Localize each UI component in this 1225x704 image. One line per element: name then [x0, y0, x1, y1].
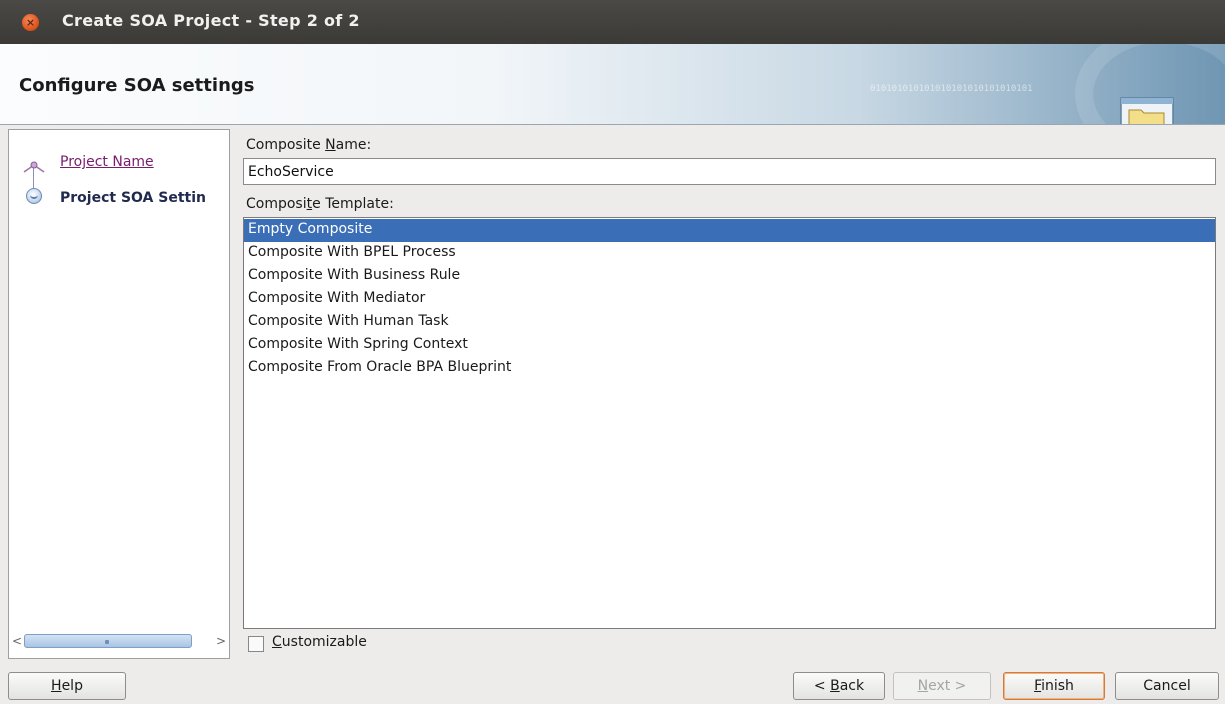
customizable-checkbox[interactable] — [248, 636, 264, 652]
scroll-right-arrow-icon[interactable]: > — [214, 633, 228, 649]
template-option-bpa-blueprint[interactable]: Composite From Oracle BPA Blueprint — [244, 357, 1215, 380]
template-option-bpel-process[interactable]: Composite With BPEL Process — [244, 242, 1215, 265]
wizard-steps-panel: Project Name Project SOA Settin — [8, 129, 230, 659]
nav-item-project-name[interactable]: Project Name — [9, 150, 229, 176]
title-bar: × Create SOA Project - Step 2 of 2 — [0, 0, 1225, 44]
nav-item-project-soa-settings[interactable]: Project SOA Settin — [9, 186, 229, 212]
nav-horizontal-scrollbar[interactable]: < > — [8, 631, 230, 651]
composite-template-list[interactable]: Empty Composite Composite With BPEL Proc… — [243, 217, 1216, 629]
wizard-header: 010101010101010101010101010101 Configure… — [0, 44, 1225, 125]
cancel-button[interactable]: Cancel — [1115, 672, 1219, 700]
composite-name-input[interactable] — [243, 158, 1216, 185]
customizable-label[interactable]: Customizable — [272, 634, 367, 650]
template-option-mediator[interactable]: Composite With Mediator — [244, 288, 1215, 311]
nav-item-label[interactable]: Project Name — [60, 154, 154, 170]
folder-window-icon — [1120, 97, 1174, 124]
template-option-business-rule[interactable]: Composite With Business Rule — [244, 265, 1215, 288]
close-window-button[interactable]: × — [22, 14, 39, 31]
scrollbar-thumb[interactable] — [24, 634, 192, 648]
template-option-spring-context[interactable]: Composite With Spring Context — [244, 334, 1215, 357]
composite-template-label: Composite Template: — [246, 196, 394, 212]
header-binary-decoration: 010101010101010101010101010101 — [870, 84, 1033, 94]
composite-name-label: Composite Name: — [246, 137, 372, 153]
help-button[interactable]: Help — [8, 672, 126, 700]
finish-button[interactable]: Finish — [1003, 672, 1105, 700]
next-button[interactable]: Next > — [893, 672, 991, 700]
back-button[interactable]: < Back — [793, 672, 885, 700]
nav-item-label: Project SOA Settin — [60, 190, 206, 206]
window-title: Create SOA Project - Step 2 of 2 — [62, 11, 360, 30]
template-option-empty-composite[interactable]: Empty Composite — [244, 219, 1215, 242]
page-title: Configure SOA settings — [19, 75, 255, 96]
scroll-left-arrow-icon[interactable]: < — [10, 633, 24, 649]
template-option-human-task[interactable]: Composite With Human Task — [244, 311, 1215, 334]
